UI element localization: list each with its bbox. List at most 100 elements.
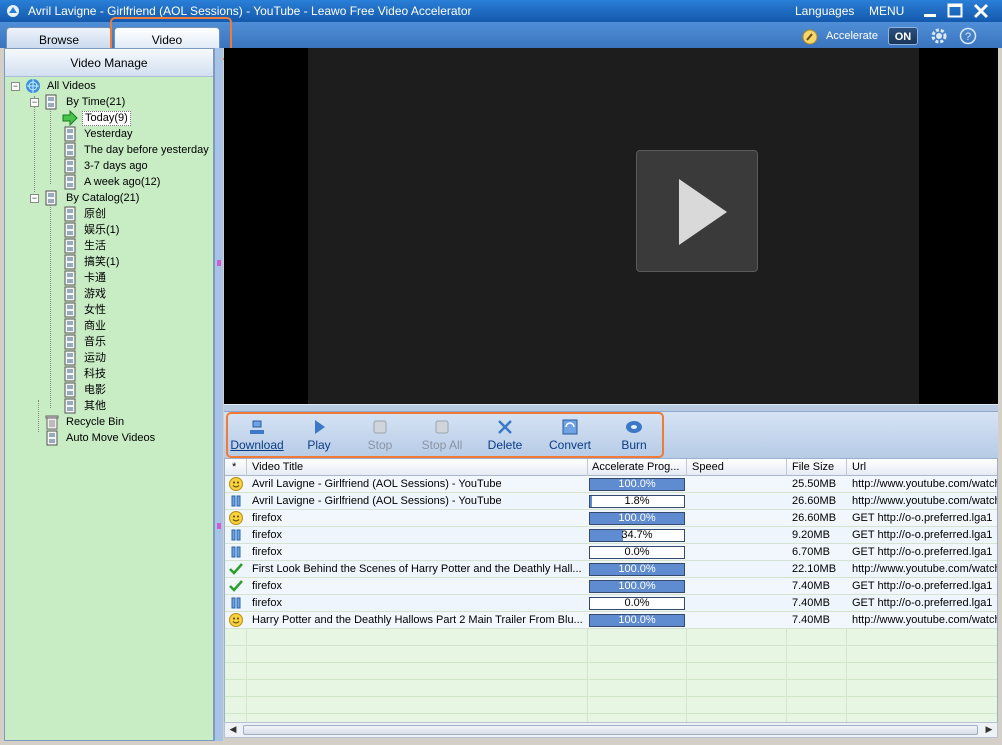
tree-item-by-time[interactable]: By Time(21) bbox=[64, 94, 127, 110]
gear-icon[interactable] bbox=[930, 27, 948, 45]
svg-text:?: ? bbox=[965, 31, 971, 43]
url-cell: GET http://o-o.preferred.lga1 bbox=[852, 512, 993, 524]
table-row[interactable]: Avril Lavigne - Girlfriend (AOL Sessions… bbox=[225, 493, 997, 510]
progress-bar: 0.0% bbox=[589, 597, 685, 610]
tree-item-auto-move[interactable]: Auto Move Videos bbox=[64, 430, 157, 446]
film-icon bbox=[64, 286, 76, 302]
video-title-cell: firefox bbox=[252, 529, 282, 541]
tab-video[interactable]: Video bbox=[114, 27, 220, 49]
tree-item-catalog-11[interactable]: 电影 bbox=[82, 382, 108, 398]
film-icon bbox=[64, 238, 76, 254]
file-size-cell: 25.50MB bbox=[792, 478, 837, 490]
vertical-splitter[interactable] bbox=[214, 48, 223, 741]
video-player[interactable] bbox=[224, 48, 998, 404]
horizontal-splitter[interactable] bbox=[224, 404, 998, 412]
globe-icon bbox=[26, 79, 40, 93]
film-icon bbox=[64, 350, 76, 366]
tree-item-catalog-6[interactable]: 女性 bbox=[82, 302, 108, 318]
column-header-speed[interactable]: Speed bbox=[692, 461, 724, 473]
delete-button[interactable]: Delete bbox=[487, 418, 523, 456]
help-icon[interactable]: ? bbox=[959, 27, 977, 45]
url-cell: GET http://o-o.preferred.lga1 bbox=[852, 580, 993, 592]
table-row[interactable]: firefox 34.7% 9.20MB GET http://o-o.preferr… bbox=[225, 527, 997, 544]
smiley-icon bbox=[229, 511, 243, 525]
table-row[interactable]: firefox 100.0% 7.40MB GET http://o-o.prefer… bbox=[225, 578, 997, 595]
column-header-star[interactable]: * bbox=[232, 461, 236, 473]
languages-menu[interactable]: Languages bbox=[795, 4, 854, 18]
main-menu[interactable]: MENU bbox=[869, 4, 904, 18]
scrollbar-thumb[interactable] bbox=[243, 725, 978, 735]
progress-text: 100.0% bbox=[618, 478, 656, 490]
burn-button[interactable]: Burn bbox=[620, 418, 648, 456]
convert-icon bbox=[562, 419, 578, 435]
film-icon bbox=[64, 158, 76, 174]
table-row[interactable]: Avril Lavigne - Girlfriend (AOL Sessions… bbox=[225, 476, 997, 493]
tree-item-catalog-12[interactable]: 其他 bbox=[82, 398, 108, 414]
accelerate-label: Accelerate bbox=[826, 30, 878, 42]
expand-toggle[interactable]: − bbox=[30, 194, 39, 203]
tree-item-a-week-ago[interactable]: A week ago(12) bbox=[82, 174, 162, 190]
video-title-cell: firefox bbox=[252, 580, 282, 592]
file-size-cell: 22.10MB bbox=[792, 563, 837, 575]
table-row[interactable]: firefox 0.0% 7.40MB GET http://o-o.preferre… bbox=[225, 595, 997, 612]
expand-toggle[interactable]: − bbox=[30, 98, 39, 107]
column-header-progress[interactable]: Accelerate Prog... bbox=[592, 461, 679, 473]
tree-item-yesterday[interactable]: Yesterday bbox=[82, 126, 135, 142]
file-size-cell: 9.20MB bbox=[792, 529, 830, 541]
tree-item-catalog-4[interactable]: 卡通 bbox=[82, 270, 108, 286]
tree-item-today[interactable]: Today(9) bbox=[82, 110, 131, 126]
tree-item-all-videos[interactable]: All Videos bbox=[45, 78, 98, 94]
tab-browse[interactable]: Browse bbox=[6, 27, 112, 49]
stop-button[interactable]: Stop bbox=[364, 418, 396, 456]
film-icon bbox=[64, 174, 76, 190]
progress-bar: 100.0% bbox=[589, 512, 685, 525]
scroll-left-icon[interactable]: ◀ bbox=[226, 724, 240, 736]
tree-item-day-before-yesterday[interactable]: The day before yesterday bbox=[82, 142, 211, 158]
pause-icon bbox=[231, 597, 241, 609]
scroll-right-icon[interactable]: ▶ bbox=[982, 724, 996, 736]
tree-item-3-7-days-ago[interactable]: 3-7 days ago bbox=[82, 158, 150, 174]
column-header-title[interactable]: Video Title bbox=[252, 461, 303, 473]
minimize-icon[interactable] bbox=[921, 2, 939, 20]
url-cell: http://www.youtube.com/watch bbox=[852, 478, 997, 490]
film-icon bbox=[64, 254, 76, 270]
tree-item-by-catalog[interactable]: By Catalog(21) bbox=[64, 190, 141, 206]
film-icon bbox=[64, 270, 76, 286]
tree-item-catalog-5[interactable]: 游戏 bbox=[82, 286, 108, 302]
app-logo-icon bbox=[7, 5, 19, 17]
table-row[interactable]: Harry Potter and the Deathly Hallows Par… bbox=[225, 612, 997, 629]
progress-bar: 1.8% bbox=[589, 495, 685, 508]
tree-item-catalog-2[interactable]: 生活 bbox=[82, 238, 108, 254]
progress-text: 1.8% bbox=[624, 495, 650, 507]
pause-icon bbox=[231, 529, 241, 541]
tree-item-recycle-bin[interactable]: Recycle Bin bbox=[64, 414, 126, 430]
accelerate-toggle[interactable]: ON bbox=[888, 27, 918, 45]
convert-button[interactable]: Convert bbox=[549, 418, 591, 456]
maximize-icon[interactable] bbox=[946, 2, 964, 20]
play-button[interactable]: Play bbox=[304, 418, 334, 456]
progress-text: 100.0% bbox=[618, 512, 656, 524]
play-overlay-button[interactable] bbox=[636, 150, 758, 272]
tree-item-catalog-1[interactable]: 娱乐(1) bbox=[82, 222, 121, 238]
tree-item-catalog-10[interactable]: 科技 bbox=[82, 366, 108, 382]
tree-item-catalog-8[interactable]: 音乐 bbox=[82, 334, 108, 350]
tree-item-catalog-7[interactable]: 商业 bbox=[82, 318, 108, 334]
arrow-right-icon bbox=[62, 110, 78, 126]
column-header-url[interactable]: Url bbox=[852, 461, 866, 473]
url-cell: http://www.youtube.com/watch bbox=[852, 614, 997, 626]
table-row[interactable]: First Look Behind the Scenes of Harry Po… bbox=[225, 561, 997, 578]
column-header-size[interactable]: File Size bbox=[792, 461, 834, 473]
stop-all-button[interactable]: Stop All bbox=[420, 418, 464, 456]
tree-item-catalog-3[interactable]: 搞笑(1) bbox=[82, 254, 121, 270]
film-icon bbox=[64, 334, 76, 350]
expand-toggle[interactable]: − bbox=[11, 82, 20, 91]
download-button[interactable]: Download bbox=[230, 418, 284, 456]
tree-item-catalog-0[interactable]: 原创 bbox=[82, 206, 108, 222]
video-title-cell: firefox bbox=[252, 512, 282, 524]
horizontal-scrollbar[interactable]: ◀ ▶ bbox=[224, 722, 998, 738]
download-toolbar: Download Play Stop Stop All Delete Conve… bbox=[224, 412, 998, 458]
close-icon[interactable] bbox=[972, 2, 990, 20]
table-row[interactable]: firefox 100.0% 26.60MB GET http://o-o.prefe… bbox=[225, 510, 997, 527]
table-row[interactable]: firefox 0.0% 6.70MB GET http://o-o.preferre… bbox=[225, 544, 997, 561]
tree-item-catalog-9[interactable]: 运动 bbox=[82, 350, 108, 366]
